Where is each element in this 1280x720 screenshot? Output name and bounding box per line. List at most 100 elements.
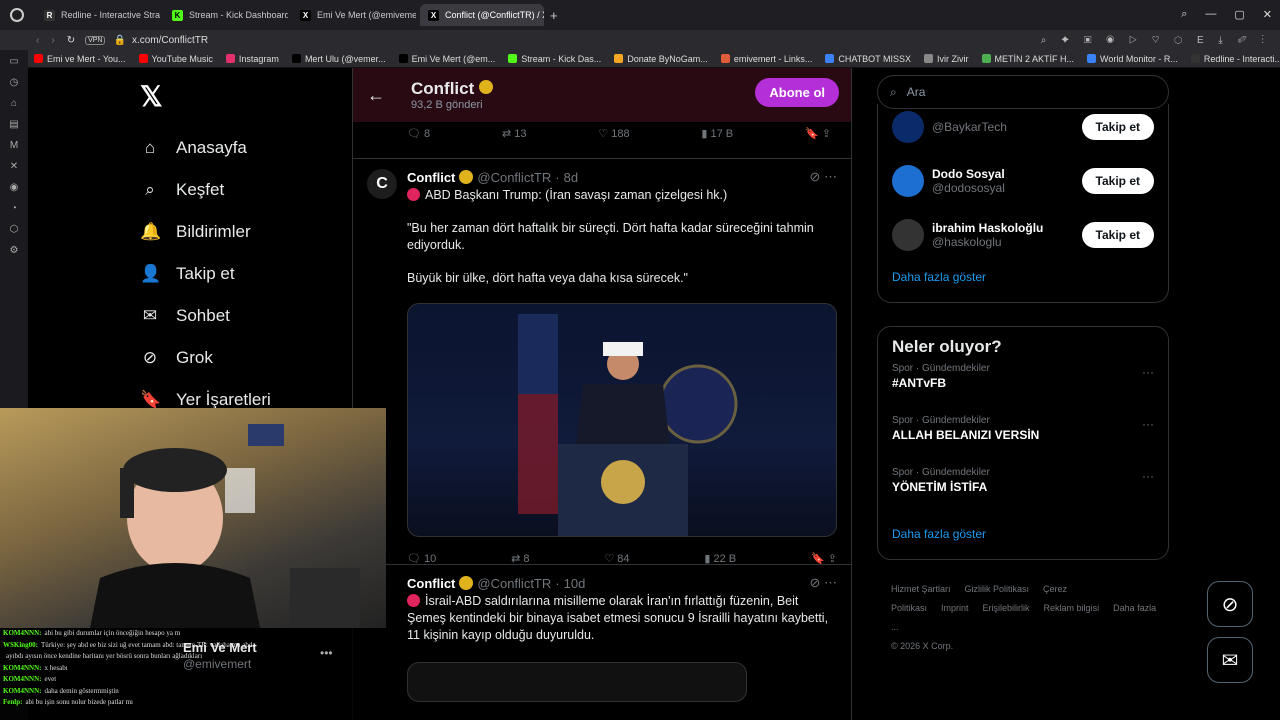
- chat-username[interactable]: KOM4NNN:: [3, 687, 42, 695]
- follow-name[interactable]: ibrahim Haskoloğlu: [932, 221, 1043, 235]
- browser-tab[interactable]: RRedline - Interactive Strat✕: [36, 4, 160, 26]
- nav-item[interactable]: 🔔 Bildirimler: [140, 211, 340, 253]
- footer-link[interactable]: Erişilebilirlik: [983, 603, 1030, 613]
- post-image[interactable]: [407, 662, 747, 702]
- minimize-icon[interactable]: —: [1205, 8, 1216, 21]
- bookmark-item[interactable]: World Monitor - R...: [1087, 54, 1178, 64]
- views-button[interactable]: ▮ 22 B: [704, 552, 736, 565]
- follow-name[interactable]: Dodo Sosyal: [932, 167, 1005, 181]
- bookmark-item[interactable]: emivemert - Links...: [720, 54, 812, 64]
- bookmark-item[interactable]: Emi ve Mert - You...: [34, 54, 126, 64]
- search-input[interactable]: Ara: [907, 85, 926, 99]
- x-logo-icon[interactable]: 𝕏: [140, 80, 340, 113]
- bookmark-item[interactable]: Emi Ve Mert (@em...: [398, 54, 495, 64]
- footer-link[interactable]: Hizmet Şartları: [891, 584, 951, 594]
- nav-item[interactable]: 👤 Takip et: [140, 253, 340, 295]
- follow-handle[interactable]: @BaykarTech: [932, 120, 1007, 134]
- trend-name[interactable]: #ANTvFB: [892, 376, 1154, 390]
- post[interactable]: Conflict @ConflictTR · 10d ⊘ ⋯ İsrail-ABD s…: [353, 564, 851, 702]
- back-arrow-icon[interactable]: ←: [367, 85, 385, 106]
- url-field[interactable]: x.com/ConflictTR: [132, 35, 208, 46]
- browser-tab[interactable]: KStream - Kick Dashboard✕: [164, 4, 288, 26]
- reply-button[interactable]: 🗨 10: [407, 552, 436, 565]
- grok-icon[interactable]: ⊘ ⋯: [809, 575, 837, 591]
- like-button[interactable]: ♡ 188: [598, 127, 629, 140]
- show-more-link[interactable]: Daha fazla göster: [892, 262, 1154, 292]
- sidebar-icon[interactable]: ⚙: [10, 245, 19, 256]
- bookmark-item[interactable]: METİN 2 AKTİF H...: [981, 54, 1074, 64]
- sidebar-icon[interactable]: ✕: [10, 161, 18, 172]
- post-handle[interactable]: @ConflictTR: [477, 576, 551, 591]
- bookmark-item[interactable]: YouTube Music: [138, 54, 213, 64]
- chat-username[interactable]: KOM4NNN:: [3, 629, 42, 637]
- more-icon[interactable]: ···: [1142, 365, 1154, 379]
- reload-icon[interactable]: ↻: [67, 35, 75, 46]
- bookmark-share-buttons[interactable]: 🔖 ⇪: [811, 552, 837, 565]
- bookmark-item[interactable]: Ivir Zivir: [924, 54, 969, 64]
- post-author[interactable]: Conflict: [407, 170, 455, 185]
- sidebar-icon[interactable]: ⌂: [11, 98, 17, 109]
- trend-item[interactable]: Spor · Gündemdekiler ALLAH BELANIZI VERSİ…: [892, 415, 1154, 467]
- bookmark-share-buttons[interactable]: 🔖 ⇪: [805, 127, 831, 140]
- vpn-badge[interactable]: VPN: [85, 35, 106, 45]
- chat-username[interactable]: KOM4NNN:: [3, 675, 42, 683]
- chat-username[interactable]: WSKing00:: [3, 641, 38, 649]
- avatar[interactable]: [892, 165, 924, 197]
- sidebar-icon[interactable]: ◉: [10, 182, 19, 193]
- trend-item[interactable]: Spor · Gündemdekiler #ANTvFB ···: [892, 363, 1154, 415]
- sidebar-icon[interactable]: ▤: [9, 119, 18, 130]
- post[interactable]: C Conflict @ConflictTR · 8d ⊘ ⋯ ABD Başkanı…: [353, 158, 851, 565]
- browser-tab[interactable]: XEmi Ve Mert (@emivemert✕: [292, 4, 416, 26]
- show-more-link[interactable]: Daha fazla göster: [892, 519, 1154, 549]
- footer-link[interactable]: Reklam bilgisi: [1044, 603, 1100, 613]
- avatar[interactable]: C: [367, 169, 397, 199]
- footer-link[interactable]: Gizlilik Politikası: [965, 584, 1030, 594]
- sidebar-icon[interactable]: ◔: [11, 203, 17, 214]
- sidebar-icon[interactable]: ▭: [9, 56, 18, 67]
- trend-name[interactable]: YÖNETİM İSTİFA: [892, 480, 1154, 494]
- follow-button[interactable]: Takip et: [1081, 168, 1154, 194]
- nav-item[interactable]: ⌂ Anasayfa: [140, 127, 340, 169]
- post-time[interactable]: 10d: [564, 576, 586, 591]
- follow-item[interactable]: @BaykarTech Takip et: [892, 100, 1154, 154]
- post-image[interactable]: [407, 303, 837, 537]
- bookmark-item[interactable]: Stream - Kick Das...: [508, 54, 601, 64]
- retweet-button[interactable]: ⇄ 8: [511, 552, 529, 565]
- follow-item[interactable]: ibrahim Haskoloğlu @haskologlu Takip et: [892, 208, 1154, 262]
- follow-item[interactable]: Dodo Sosyal @dodososyal Takip et: [892, 154, 1154, 208]
- search-tabs-icon[interactable]: ⌕: [1181, 8, 1187, 21]
- more-icon[interactable]: ···: [1142, 417, 1154, 431]
- avatar[interactable]: [892, 219, 924, 251]
- new-tab-button[interactable]: +: [550, 8, 558, 23]
- trend-name[interactable]: ALLAH BELANIZI VERSİN: [892, 428, 1154, 442]
- sidebar-icon[interactable]: ◷: [10, 77, 19, 88]
- messages-fab-button[interactable]: ✉: [1207, 637, 1253, 683]
- follow-button[interactable]: Takip et: [1081, 222, 1154, 248]
- post-time[interactable]: 8d: [564, 170, 578, 185]
- follow-button[interactable]: Takip et: [1081, 114, 1154, 140]
- browser-toolbar-icons[interactable]: ⌕ ✦ ▣ ◉ ▷ ♡ ⬡ E ⤓ ✐ ⋮: [1041, 35, 1270, 46]
- more-icon[interactable]: ···: [1142, 469, 1154, 483]
- views-button[interactable]: ▮ 17 B: [701, 127, 733, 140]
- trend-item[interactable]: Spor · Gündemdekiler YÖNETİM İSTİFA ···: [892, 467, 1154, 519]
- forward-nav-icon[interactable]: ›: [51, 35, 54, 46]
- nav-item[interactable]: ⊘ Grok: [140, 337, 340, 379]
- sidebar-icon[interactable]: ⬡: [10, 224, 19, 235]
- bookmark-item[interactable]: Mert Ulu (@vemer...: [291, 54, 386, 64]
- bookmark-item[interactable]: Redline - Interacti...: [1190, 54, 1280, 64]
- nav-item[interactable]: ⌕ Keşfet: [140, 169, 340, 211]
- like-button[interactable]: ♡ 84: [604, 552, 629, 565]
- retweet-button[interactable]: ⇄ 13: [502, 127, 527, 140]
- account-handle[interactable]: @emivemert: [183, 657, 251, 671]
- bookmark-item[interactable]: CHATBOT MISSX: [825, 54, 911, 64]
- post-handle[interactable]: @ConflictTR: [477, 170, 551, 185]
- chat-username[interactable]: Fenlp:: [3, 698, 22, 706]
- browser-logo-icon[interactable]: [10, 8, 24, 22]
- close-window-icon[interactable]: ✕: [1263, 8, 1272, 21]
- follow-handle[interactable]: @haskologlu: [932, 235, 1043, 249]
- back-nav-icon[interactable]: ‹: [36, 35, 39, 46]
- bookmark-item[interactable]: Instagram: [225, 54, 279, 64]
- follow-handle[interactable]: @dodososyal: [932, 181, 1005, 195]
- maximize-icon[interactable]: ▢: [1234, 8, 1244, 21]
- footer-link[interactable]: Imprint: [941, 603, 969, 613]
